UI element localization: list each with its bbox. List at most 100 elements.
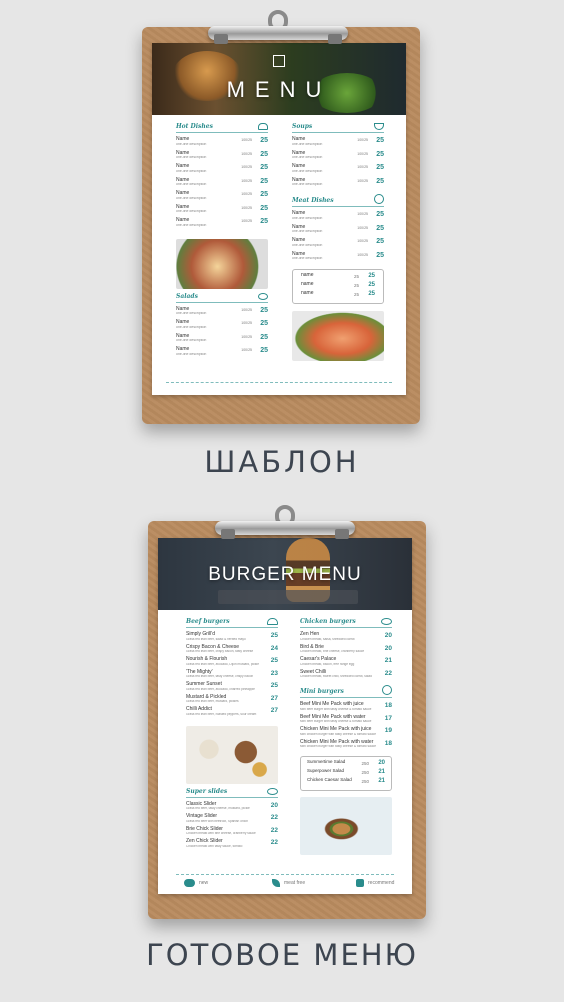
- pot-icon: [258, 123, 268, 130]
- menu-item-weight: 25: [353, 274, 359, 279]
- super-slides-list: Classic Slider Grass fed beef, tasty chee…: [186, 801, 278, 852]
- menu-item-text: 'The Mighty' Grass fed lean beef, tasty c…: [186, 669, 266, 679]
- burger-photo: [300, 797, 392, 855]
- menu-item-price: 24: [270, 644, 278, 652]
- plate-icon: [374, 194, 384, 204]
- thumbs-up-icon: [356, 879, 364, 887]
- menu-item-weight: 100/25: [241, 165, 252, 169]
- final-menu-page: BURGER MENU Beef burgers Simply Grill'd G…: [158, 538, 412, 894]
- section-title-hot: Hot Dishes: [176, 123, 213, 130]
- menu-item-price: 25: [260, 204, 268, 212]
- menu-item: Name one-line description 100/25 25: [292, 224, 384, 239]
- menu-item-description: one-line description: [176, 142, 207, 146]
- menu-item-description: one-line description: [176, 352, 207, 356]
- burgers-table-photo: [186, 725, 278, 784]
- menu-item: Sweet Chilli Chicken breast, sweet chilli…: [300, 669, 392, 683]
- menu-item: Name one-line description 100/25 25: [176, 319, 268, 334]
- section-header: Mini burgers: [300, 685, 392, 698]
- menu-item-price: 17: [384, 714, 392, 722]
- menu-item-price: 25: [368, 282, 375, 288]
- menu-item-text: Name one-line description: [292, 163, 350, 173]
- menu-item-description: Chicken breast, bacon, free range egg: [300, 662, 355, 666]
- hot-dishes-list: Name one-line description 100/25 25 Name one-…: [176, 136, 268, 232]
- menu-item-weight: 100/25: [357, 165, 368, 169]
- menu-item-price: 21: [378, 769, 385, 775]
- menu-item: Summer Sunset Grass fed lean beef, avocad…: [186, 681, 278, 695]
- menu-item: Name one-line description 100/25 25: [292, 163, 384, 178]
- menu-item-price: 25: [260, 347, 268, 354]
- menu-item-description: one-line description: [176, 223, 207, 227]
- menu-item-text: Name one-line description: [292, 251, 350, 261]
- new-badge-icon: [184, 879, 195, 887]
- menu-item-weight: 100/25: [357, 252, 368, 257]
- leaf-icon: [272, 879, 280, 887]
- menu-item-weight: 100/25: [241, 219, 252, 223]
- menu-item-price: 27: [270, 707, 278, 714]
- menu-item-text: Superpower Salad: [307, 768, 355, 774]
- menu-item-text: Name one-line description: [176, 333, 234, 343]
- menu-item: Name one-line description 100/25 25: [176, 346, 268, 361]
- menu-item-description: Grass fed beef, tasty cheese, mustard, p…: [186, 807, 250, 810]
- menu-item: Name one-line description 100/25 25: [176, 177, 268, 192]
- menu-item-description: one-line description: [176, 312, 207, 315]
- menu-item-description: Chicken breast, salsa, shredded carrot: [300, 637, 355, 641]
- template-menu-page: MENU Hot Dishes Name one-line description…: [152, 43, 406, 395]
- menu-item-price: 25: [376, 150, 384, 158]
- menu-item-name: Superpower Salad: [307, 768, 345, 773]
- menu-item-price: 20: [378, 760, 385, 766]
- section-header: Soups: [292, 123, 384, 133]
- menu-item-price: 25: [368, 291, 375, 297]
- section-header: Beef burgers: [186, 618, 278, 628]
- caption-final: ГОТОВОЕ МЕНЮ: [146, 938, 418, 972]
- menu-item-text: Beef Mini Me Pack with juice Mini beef bu…: [300, 701, 380, 711]
- section-title-beef: Beef burgers: [186, 618, 230, 625]
- menu-item: Chicken Mini Me Pack with water Mini chic…: [300, 739, 392, 753]
- menu-item-description: Grass fed lean beef, avocado, charred pi…: [186, 687, 255, 691]
- section-header: Hot Dishes: [176, 123, 268, 133]
- section-title-meat: Meat Dishes: [292, 197, 334, 204]
- menu-item-price: 18: [384, 739, 392, 747]
- menu-item-price: 25: [376, 137, 384, 144]
- menu-item-text: Nourish & Flourish Grass fed lean beef, a…: [186, 656, 266, 666]
- menu-item-text: Name one-line description: [292, 136, 350, 146]
- menu-item-price: 21: [384, 657, 392, 664]
- menu-item-price: 20: [384, 644, 392, 652]
- section-title-soups: Soups: [292, 123, 313, 130]
- menu-item-text: Crispy Bacon & Cheese Grass fed lean beef…: [186, 644, 266, 654]
- menu-item-weight: 100/25: [241, 321, 252, 325]
- menu-item-description: Chicken breast with brie cheese, cranber…: [186, 832, 256, 835]
- menu-item-description: Mini chicken burger with tasty cheese & …: [300, 745, 377, 748]
- menu-item-text: Name one-line description: [176, 319, 234, 329]
- menu-item-price: 25: [260, 177, 268, 185]
- menu-item-price: 25: [376, 238, 384, 245]
- menu-item: Simply Grill'd Grass fed lean beef, salad…: [186, 631, 278, 645]
- plate-icon: [382, 685, 392, 695]
- menu-item-text: Summer Sunset Grass fed lean beef, avocad…: [186, 681, 266, 691]
- legend-recommend: recommend: [356, 879, 394, 887]
- menu-item: Chicken Mini Me Pack with juice Mini chic…: [300, 726, 392, 740]
- menu-item-text: Chicken Mini Me Pack with water Mini chic…: [300, 739, 380, 749]
- menu-item: Name one-line description 100/25 25: [176, 306, 268, 321]
- menu-item: Beef Mini Me Pack with juice Mini beef bu…: [300, 701, 392, 715]
- extras-box: name 25 25 name 25 25 name 25 25: [292, 269, 384, 304]
- menu-item-weight: 100/25: [241, 138, 252, 142]
- menu-item-price: 23: [270, 669, 278, 677]
- menu-item: Name one-line description 100/25 25: [292, 210, 384, 225]
- salmon-photo: [292, 311, 384, 361]
- menu-item-text: Name one-line description: [292, 224, 350, 234]
- menu-item-text: Sweet Chilli Chicken breast, sweet chilli…: [300, 669, 380, 679]
- menu-item-text: Brie Chick Slider Chicken breast with bri…: [186, 826, 266, 836]
- final-right-column: Chicken burgers Zen Hen Chicken breast, s…: [300, 618, 392, 855]
- final-left-column: Beef burgers Simply Grill'd Grass fed lea…: [186, 618, 278, 852]
- menu-item-price: 21: [378, 778, 385, 784]
- template-clip: [208, 10, 348, 56]
- menu-item-text: Name one-line description: [176, 346, 234, 356]
- menu-item-price: 25: [260, 137, 268, 144]
- menu-item-description: Mini beef burger with tasty cheese & tom…: [300, 707, 372, 711]
- menu-item-description: one-line description: [292, 142, 323, 146]
- menu-item-weight: 25: [353, 283, 359, 288]
- menu-item-text: Caesar's Palace Chicken breast, bacon, fr…: [300, 656, 380, 666]
- menu-item-text: Name one-line description: [292, 210, 350, 220]
- menu-item: Name one-line description 100/25 25: [176, 163, 268, 178]
- menu-item-description: Chicken breast, sweet chilli, shredded c…: [300, 675, 372, 678]
